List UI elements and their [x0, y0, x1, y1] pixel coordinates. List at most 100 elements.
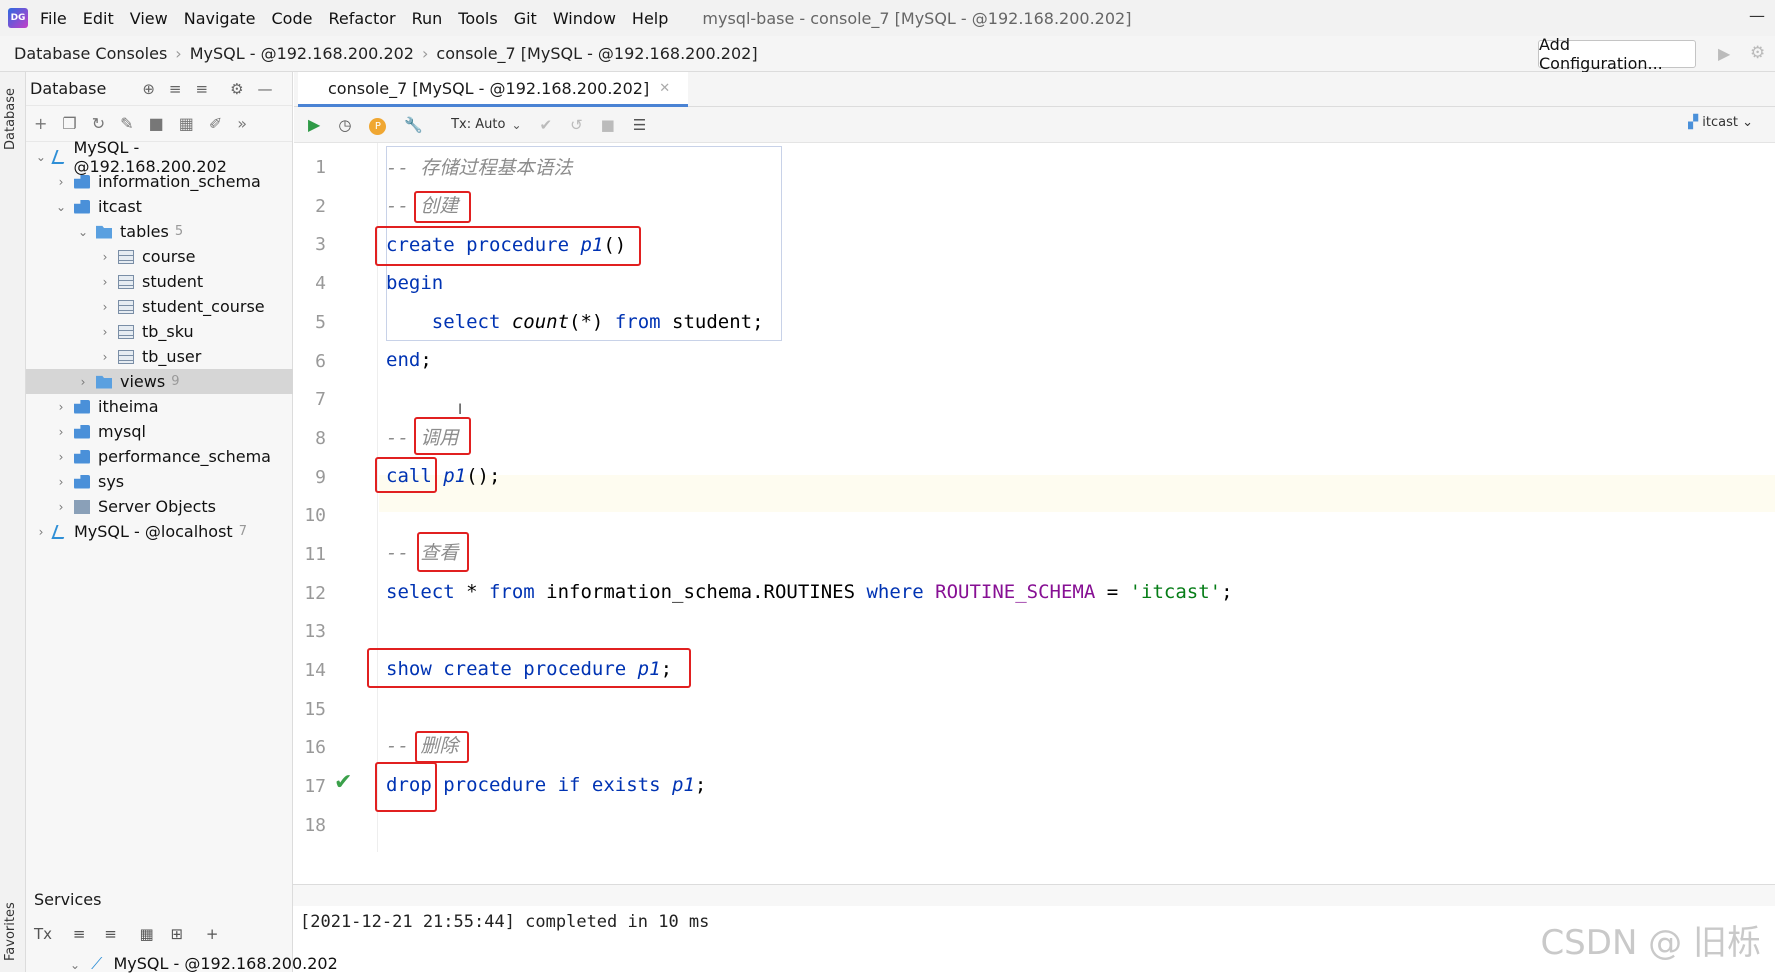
properties-icon[interactable]: ✎ [120, 114, 133, 133]
gear-icon[interactable]: ⚙ [230, 80, 243, 98]
table-icon [118, 300, 134, 314]
menu-window[interactable]: Window [553, 9, 616, 28]
menu-run[interactable]: Run [412, 9, 443, 28]
line-number-gutter: 1 2 3 4 5 6 7 8 9 10 11 12 13 14 15 16 1… [294, 143, 378, 852]
group-icon[interactable]: ▦ [140, 925, 154, 943]
new-tab-icon[interactable]: ⊞ [171, 925, 184, 943]
run-icon[interactable]: ▶ [1718, 44, 1730, 63]
watermark: CSDN @ 旧栎 [1540, 915, 1761, 964]
menu-refactor[interactable]: Refactor [328, 9, 395, 28]
chevron-down-icon[interactable]: ⌄ [34, 150, 48, 164]
tree-table-tb-sku[interactable]: › tb_sku [26, 319, 293, 344]
minimize-icon[interactable]: — [1749, 6, 1765, 25]
table-icon[interactable]: ▦ [179, 114, 194, 133]
menu-file[interactable]: File [40, 9, 67, 28]
explain-plan-icon[interactable]: P [369, 115, 386, 135]
history-icon[interactable]: ◷ [338, 116, 351, 134]
chevron-right-icon[interactable]: › [76, 375, 90, 389]
close-tab-icon[interactable]: ✕ [659, 81, 670, 96]
chevron-right-icon[interactable]: › [98, 275, 112, 289]
chevron-down-icon[interactable]: ⌄ [54, 200, 68, 214]
tree-schema-itcast[interactable]: ⌄ itcast [26, 194, 293, 219]
stop-icon[interactable]: ■ [149, 114, 164, 133]
chevron-right-icon[interactable]: › [54, 500, 68, 514]
breadcrumb-connection[interactable]: MySQL - @192.168.200.202 [190, 44, 414, 63]
add-icon[interactable]: + [206, 925, 219, 943]
add-configuration-button[interactable]: Add Configuration... [1538, 40, 1696, 68]
operator: = [1095, 581, 1129, 603]
chevron-right-icon[interactable]: › [54, 425, 68, 439]
services-toolbar: Tx ≡ ≡ ▦ ⊞ + [34, 925, 218, 943]
menu-tools[interactable]: Tools [458, 9, 497, 28]
table-icon [118, 325, 134, 339]
database-tool-tab[interactable]: Database [3, 84, 23, 154]
more-icon[interactable]: » [237, 114, 247, 133]
services-connection-row[interactable]: ⌄ ⟋ MySQL - @192.168.200.202 [70, 954, 338, 974]
expand-all-icon[interactable]: ≡ [73, 925, 86, 943]
tab-console-7[interactable]: console_7 [MySQL - @192.168.200.202] ✕ [298, 72, 688, 107]
cancel-icon[interactable]: ■ [601, 116, 615, 134]
result-view-icon[interactable]: ☰ [633, 116, 646, 134]
current-line-highlight [379, 475, 1775, 512]
tree-folder-views[interactable]: › views9 [26, 369, 293, 394]
execute-icon[interactable]: ▶ [308, 115, 320, 134]
line-number: 2 [294, 196, 326, 217]
commit-icon[interactable]: ✔ [540, 116, 553, 134]
tree-schema-performance-schema[interactable]: › performance_schema [26, 444, 293, 469]
chevron-right-icon[interactable]: › [98, 325, 112, 339]
chevron-right-icon[interactable]: › [54, 175, 68, 189]
tree-schema-itheima[interactable]: › itheima [26, 394, 293, 419]
menu-code[interactable]: Code [272, 9, 313, 28]
semicolon: ; [1221, 581, 1232, 603]
menu-edit[interactable]: Edit [83, 9, 114, 28]
tree-schema-information-schema[interactable]: › information_schema [26, 169, 293, 194]
tree-folder-tables[interactable]: ⌄ tables5 [26, 219, 293, 244]
menu-navigate[interactable]: Navigate [184, 9, 256, 28]
refresh-icon[interactable]: ↻ [92, 114, 105, 133]
menu-git[interactable]: Git [514, 9, 537, 28]
tree-label: views [120, 372, 165, 391]
chevron-right-icon[interactable]: › [98, 250, 112, 264]
chevron-right-icon[interactable]: › [98, 350, 112, 364]
tree-table-student-course[interactable]: › student_course [26, 294, 293, 319]
tx-label[interactable]: Tx [34, 925, 52, 943]
chevron-right-icon[interactable]: › [98, 300, 112, 314]
tree-server-objects[interactable]: › Server Objects [26, 494, 293, 519]
favorites-tool-tab[interactable]: Favorites [3, 892, 23, 972]
tree-connection-remote[interactable]: ⌄ MySQL - @192.168.200.202 [26, 144, 293, 169]
chevron-right-icon[interactable]: › [54, 450, 68, 464]
chevron-down-icon[interactable]: ⌄ [76, 225, 90, 239]
breadcrumb-database-consoles[interactable]: Database Consoles [14, 44, 167, 63]
expand-all-icon[interactable]: ≡ [169, 80, 182, 98]
code-line-5: select count(*) from student; [386, 303, 764, 341]
tree-schema-sys[interactable]: › sys [26, 469, 293, 494]
collapse-all-icon[interactable]: ≡ [196, 80, 209, 98]
chevron-right-icon[interactable]: › [54, 400, 68, 414]
collapse-all-icon[interactable]: ≡ [104, 925, 117, 943]
chevron-down-icon[interactable]: ⌄ [70, 958, 80, 972]
tree-schema-mysql[interactable]: › mysql [26, 419, 293, 444]
hide-panel-icon[interactable]: — [258, 80, 273, 98]
locate-icon[interactable]: ⊕ [142, 80, 155, 98]
chevron-down-icon[interactable]: ⌄ [511, 118, 521, 132]
procedure-name: p1 [443, 465, 466, 487]
settings-gear-icon[interactable]: ⚙ [1750, 43, 1765, 63]
duplicate-icon[interactable]: ❐ [62, 114, 76, 133]
tx-mode-dropdown[interactable]: Tx: Auto [451, 117, 505, 132]
rollback-icon[interactable]: ↺ [570, 116, 583, 134]
tree-label: MySQL - @localhost [74, 522, 233, 541]
edit-icon[interactable]: ✐ [209, 114, 222, 133]
chevron-right-icon[interactable]: › [54, 475, 68, 489]
menu-help[interactable]: Help [632, 9, 668, 28]
chevron-right-icon[interactable]: › [34, 525, 48, 539]
code-editor[interactable]: -- 存储过程基本语法 -- 创建 create procedure p1() … [379, 143, 1775, 852]
tree-table-course[interactable]: › course [26, 244, 293, 269]
menu-view[interactable]: View [130, 9, 168, 28]
tree-connection-localhost[interactable]: › MySQL - @localhost7 [26, 519, 293, 544]
schema-selector[interactable]: ▞ itcast ⌄ [1688, 115, 1753, 130]
tree-table-student[interactable]: › student [26, 269, 293, 294]
breadcrumb-console[interactable]: console_7 [MySQL - @192.168.200.202] [436, 44, 757, 63]
add-icon[interactable]: + [34, 114, 47, 133]
wrench-icon[interactable]: 🔧 [404, 116, 423, 134]
tree-table-tb-user[interactable]: › tb_user [26, 344, 293, 369]
